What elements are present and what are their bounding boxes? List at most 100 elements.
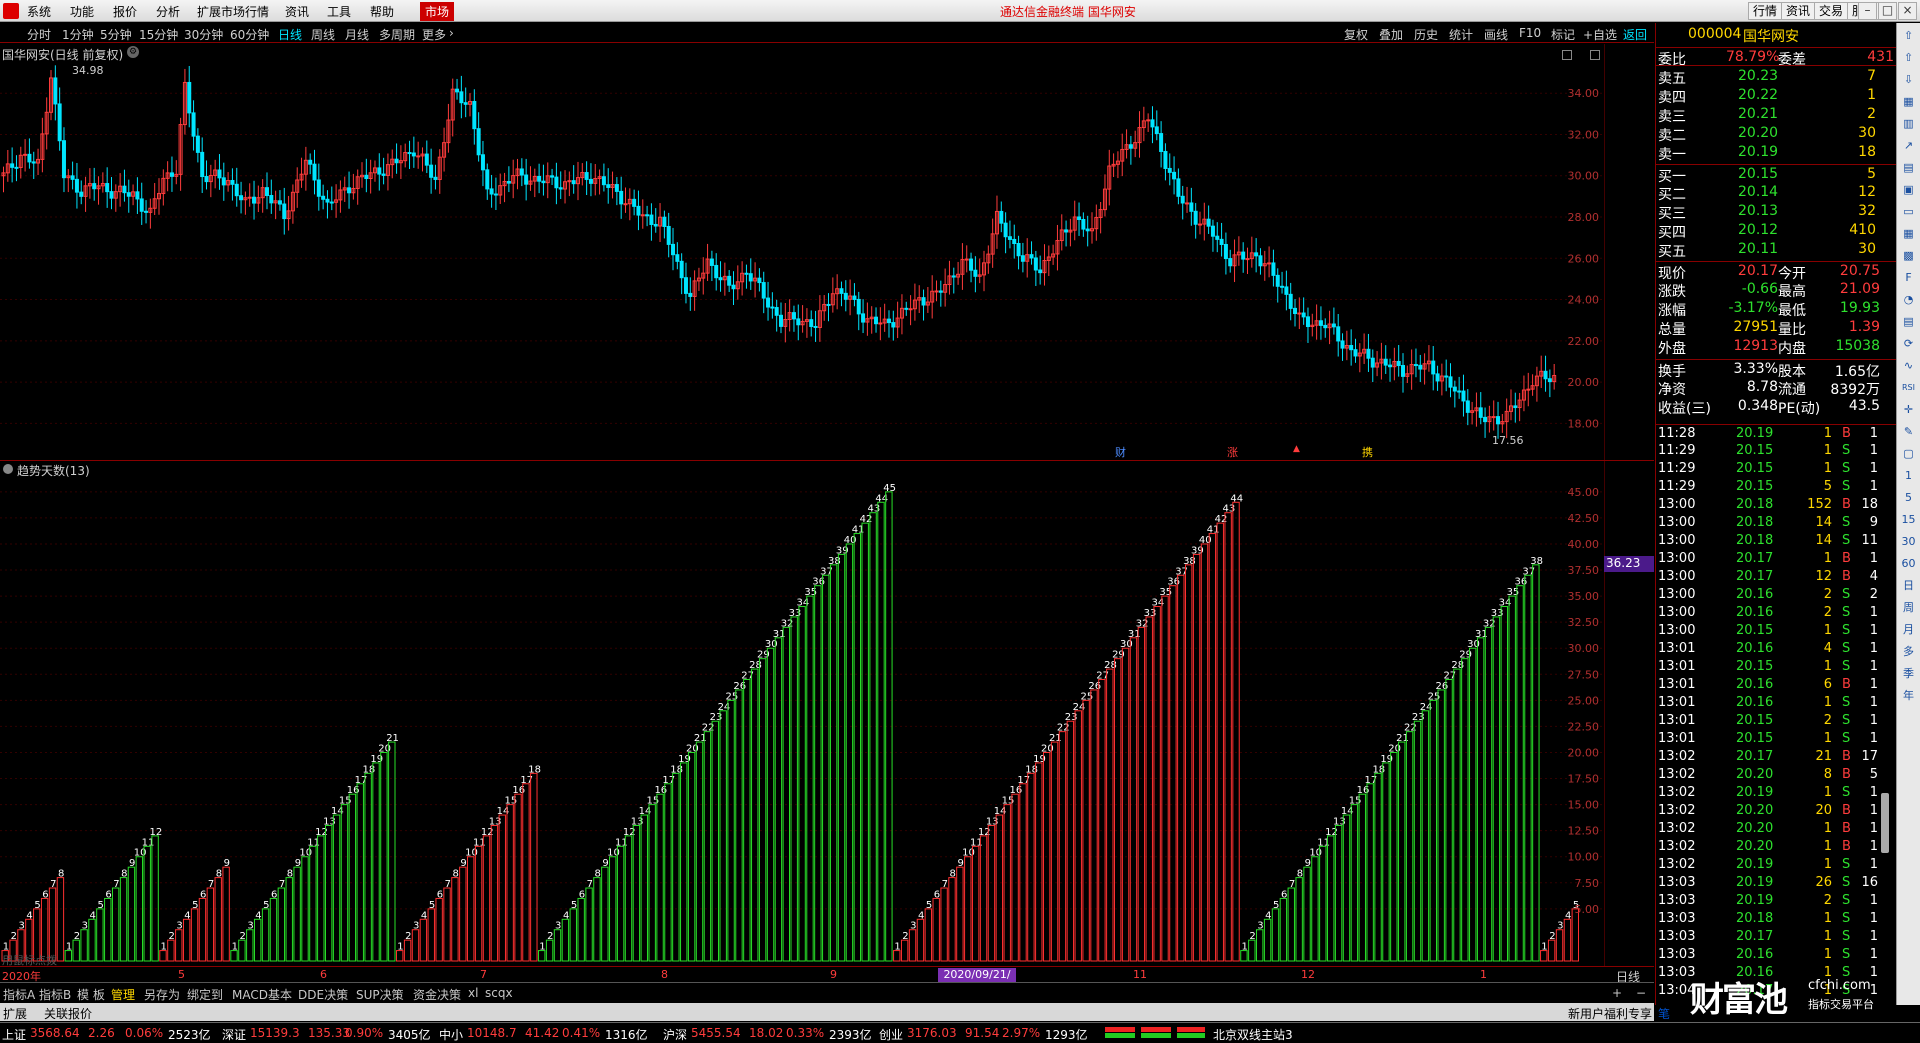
sidebar-RSI-icon[interactable]: RSI — [1900, 379, 1917, 396]
period-15min[interactable]: 15分钟 — [139, 26, 178, 43]
menu-tools[interactable]: 工具 — [327, 3, 351, 20]
menu-system[interactable]: 系统 — [27, 3, 51, 20]
sidebar-1-icon[interactable]: 1 — [1900, 467, 1917, 484]
sidebar-周-icon[interactable]: 周 — [1900, 599, 1917, 616]
period-monthly[interactable]: 月线 — [345, 26, 369, 43]
sidebar-日-icon[interactable]: 日 — [1900, 577, 1917, 594]
sidebar-grid-icon[interactable]: ▦ — [1900, 93, 1917, 110]
tab-fund[interactable]: 资金决策 — [413, 986, 461, 1003]
sidebar-doc-icon[interactable]: ▣ — [1900, 181, 1917, 198]
sidebar-pie-icon[interactable]: ◔ — [1900, 291, 1917, 308]
index-name[interactable]: 深证 — [222, 1026, 246, 1043]
tool-draw[interactable]: 画线 — [1484, 26, 1508, 43]
sidebar-月-icon[interactable]: 月 — [1900, 621, 1917, 638]
sidebar-chart-icon[interactable]: ▥ — [1900, 115, 1917, 132]
sidebar-年-icon[interactable]: 年 — [1900, 687, 1917, 704]
sidebar-calc-icon[interactable]: ▩ — [1900, 247, 1917, 264]
sidebar-60-icon[interactable]: 60 — [1900, 555, 1917, 572]
bid-row[interactable]: 买四 20.12 410 — [1656, 221, 1896, 241]
bid-row[interactable]: 买一 20.15 5 — [1656, 164, 1896, 185]
tool-mark[interactable]: 标记 — [1551, 26, 1575, 43]
ask-row[interactable]: 卖四 20.22 1 — [1656, 86, 1896, 106]
period-weekly[interactable]: 周线 — [311, 26, 335, 43]
event-arrow[interactable]: ▲ — [1293, 444, 1300, 454]
sidebar-15-icon[interactable]: 15 — [1900, 511, 1917, 528]
menu-ext-market[interactable]: 扩展市场行情 — [197, 3, 269, 20]
zoom-minus-icon[interactable]: − — [1636, 986, 1646, 1000]
minimize-icon[interactable]: – — [1858, 2, 1877, 20]
sidebar-note-icon[interactable]: ▢ — [1900, 445, 1917, 462]
ask-row[interactable]: 卖二 20.20 30 — [1656, 124, 1896, 144]
index-name[interactable]: 沪深 — [663, 1026, 687, 1043]
sidebar-dn-icon[interactable]: ⇩ — [1900, 71, 1917, 88]
sidebar-pen-icon[interactable]: ✎ — [1900, 423, 1917, 440]
tab-macd[interactable]: MACD基本 — [232, 986, 292, 1003]
kz-linked-quote[interactable]: 关联报价 — [44, 1005, 92, 1022]
tool-fuquan[interactable]: 复权 — [1344, 26, 1368, 43]
chart-expand-icon[interactable] — [1562, 50, 1572, 60]
tool-stats[interactable]: 统计 — [1449, 26, 1473, 43]
period-daily[interactable]: 日线 — [278, 26, 302, 43]
period-5min[interactable]: 5分钟 — [100, 26, 132, 43]
period-more[interactable]: 更多 — [422, 26, 446, 43]
tab-template[interactable]: 模 板 — [77, 986, 105, 1003]
period-fenshi[interactable]: 分时 — [27, 26, 51, 43]
sidebar-季-icon[interactable]: 季 — [1900, 665, 1917, 682]
sidebar-news-icon[interactable]: ▤ — [1900, 313, 1917, 330]
sidebar-up-icon[interactable]: ⇧ — [1900, 49, 1917, 66]
top-btn-info[interactable]: 资讯 — [1781, 2, 1816, 20]
sidebar-cross-icon[interactable]: ✛ — [1900, 401, 1917, 418]
close-icon[interactable]: × — [1898, 2, 1917, 20]
index-name[interactable]: 上证 — [2, 1026, 26, 1043]
chevron-right-icon[interactable]: › — [449, 26, 454, 40]
sidebar-line-icon[interactable]: ↗ — [1900, 137, 1917, 154]
indicator-chart[interactable]: 趋势天数(13) 1 2 3 4 5 6 7 8 1 2 3 4 5 6 7 8 9 10 11 12 1 2 3 4 5 6 7 8… — [0, 461, 1654, 966]
top-btn-quote[interactable]: 行情 — [1748, 2, 1783, 20]
index-name[interactable]: 创业 — [879, 1026, 903, 1043]
tick-scrollbar[interactable] — [1881, 793, 1889, 853]
event-cai[interactable]: 财 — [1115, 444, 1126, 460]
sidebar-5-icon[interactable]: 5 — [1900, 489, 1917, 506]
sidebar-up-icon[interactable]: ⇧ — [1900, 27, 1917, 44]
event-xie[interactable]: 携 — [1362, 444, 1373, 460]
tab-sup[interactable]: SUP决策 — [356, 986, 404, 1003]
sidebar-cal-icon[interactable]: ▦ — [1900, 225, 1917, 242]
menu-quote[interactable]: 报价 — [113, 3, 137, 20]
ask-row[interactable]: 卖一 20.19 18 — [1656, 143, 1896, 163]
menu-market[interactable]: 市场 — [420, 2, 455, 21]
tab-scqx[interactable]: scqx — [485, 986, 513, 1000]
top-btn-trade[interactable]: 交易 — [1814, 2, 1849, 20]
kz-extend[interactable]: 扩展 — [3, 1005, 27, 1022]
tab-dde[interactable]: DDE决策 — [298, 986, 348, 1003]
kline-chart[interactable]: 国华网安(日线 前复权) ⚙ 34.00 32.00 30.00 28.00 26.00… — [0, 44, 1605, 460]
period-30min[interactable]: 30分钟 — [184, 26, 223, 43]
sidebar-book-icon[interactable]: ▤ — [1900, 159, 1917, 176]
tab-save-as[interactable]: 另存为 — [144, 986, 180, 1003]
tab-bind-to[interactable]: 绑定到 — [187, 986, 223, 1003]
event-zhang[interactable]: 涨 — [1227, 444, 1238, 460]
period-60min[interactable]: 60分钟 — [230, 26, 269, 43]
menu-analysis[interactable]: 分析 — [156, 3, 180, 20]
sidebar-F-icon[interactable]: F — [1900, 269, 1917, 286]
bid-row[interactable]: 买二 20.14 12 — [1656, 183, 1896, 203]
tool-back[interactable]: 返回 — [1623, 26, 1647, 43]
menu-function[interactable]: 功能 — [70, 3, 94, 20]
sidebar-sync-icon[interactable]: ⟳ — [1900, 335, 1917, 352]
tool-history[interactable]: 历史 — [1414, 26, 1438, 43]
period-1min[interactable]: 1分钟 — [62, 26, 94, 43]
tool-overlay[interactable]: 叠加 — [1379, 26, 1403, 43]
sidebar-多-icon[interactable]: 多 — [1900, 643, 1917, 660]
ask-row[interactable]: 卖五 20.23 7 — [1656, 67, 1896, 87]
tool-f10[interactable]: F10 — [1519, 26, 1541, 40]
period-multi[interactable]: 多周期 — [379, 26, 415, 43]
kz-pen[interactable]: 笔 — [1658, 1005, 1670, 1022]
index-name[interactable]: 中小 — [439, 1026, 463, 1043]
maximize-icon[interactable]: □ — [1878, 2, 1897, 20]
kz-new-user[interactable]: 新用户福利专享 — [1568, 1005, 1652, 1022]
chart-restore-icon[interactable] — [1590, 50, 1600, 60]
bid-row[interactable]: 买五 20.11 30 — [1656, 240, 1896, 260]
tab-indicator-b[interactable]: 指标B — [39, 986, 71, 1003]
tab-xl[interactable]: xl — [468, 986, 478, 1000]
sidebar-tv-icon[interactable]: ▭ — [1900, 203, 1917, 220]
zoom-plus-icon[interactable]: + — [1612, 986, 1622, 1000]
